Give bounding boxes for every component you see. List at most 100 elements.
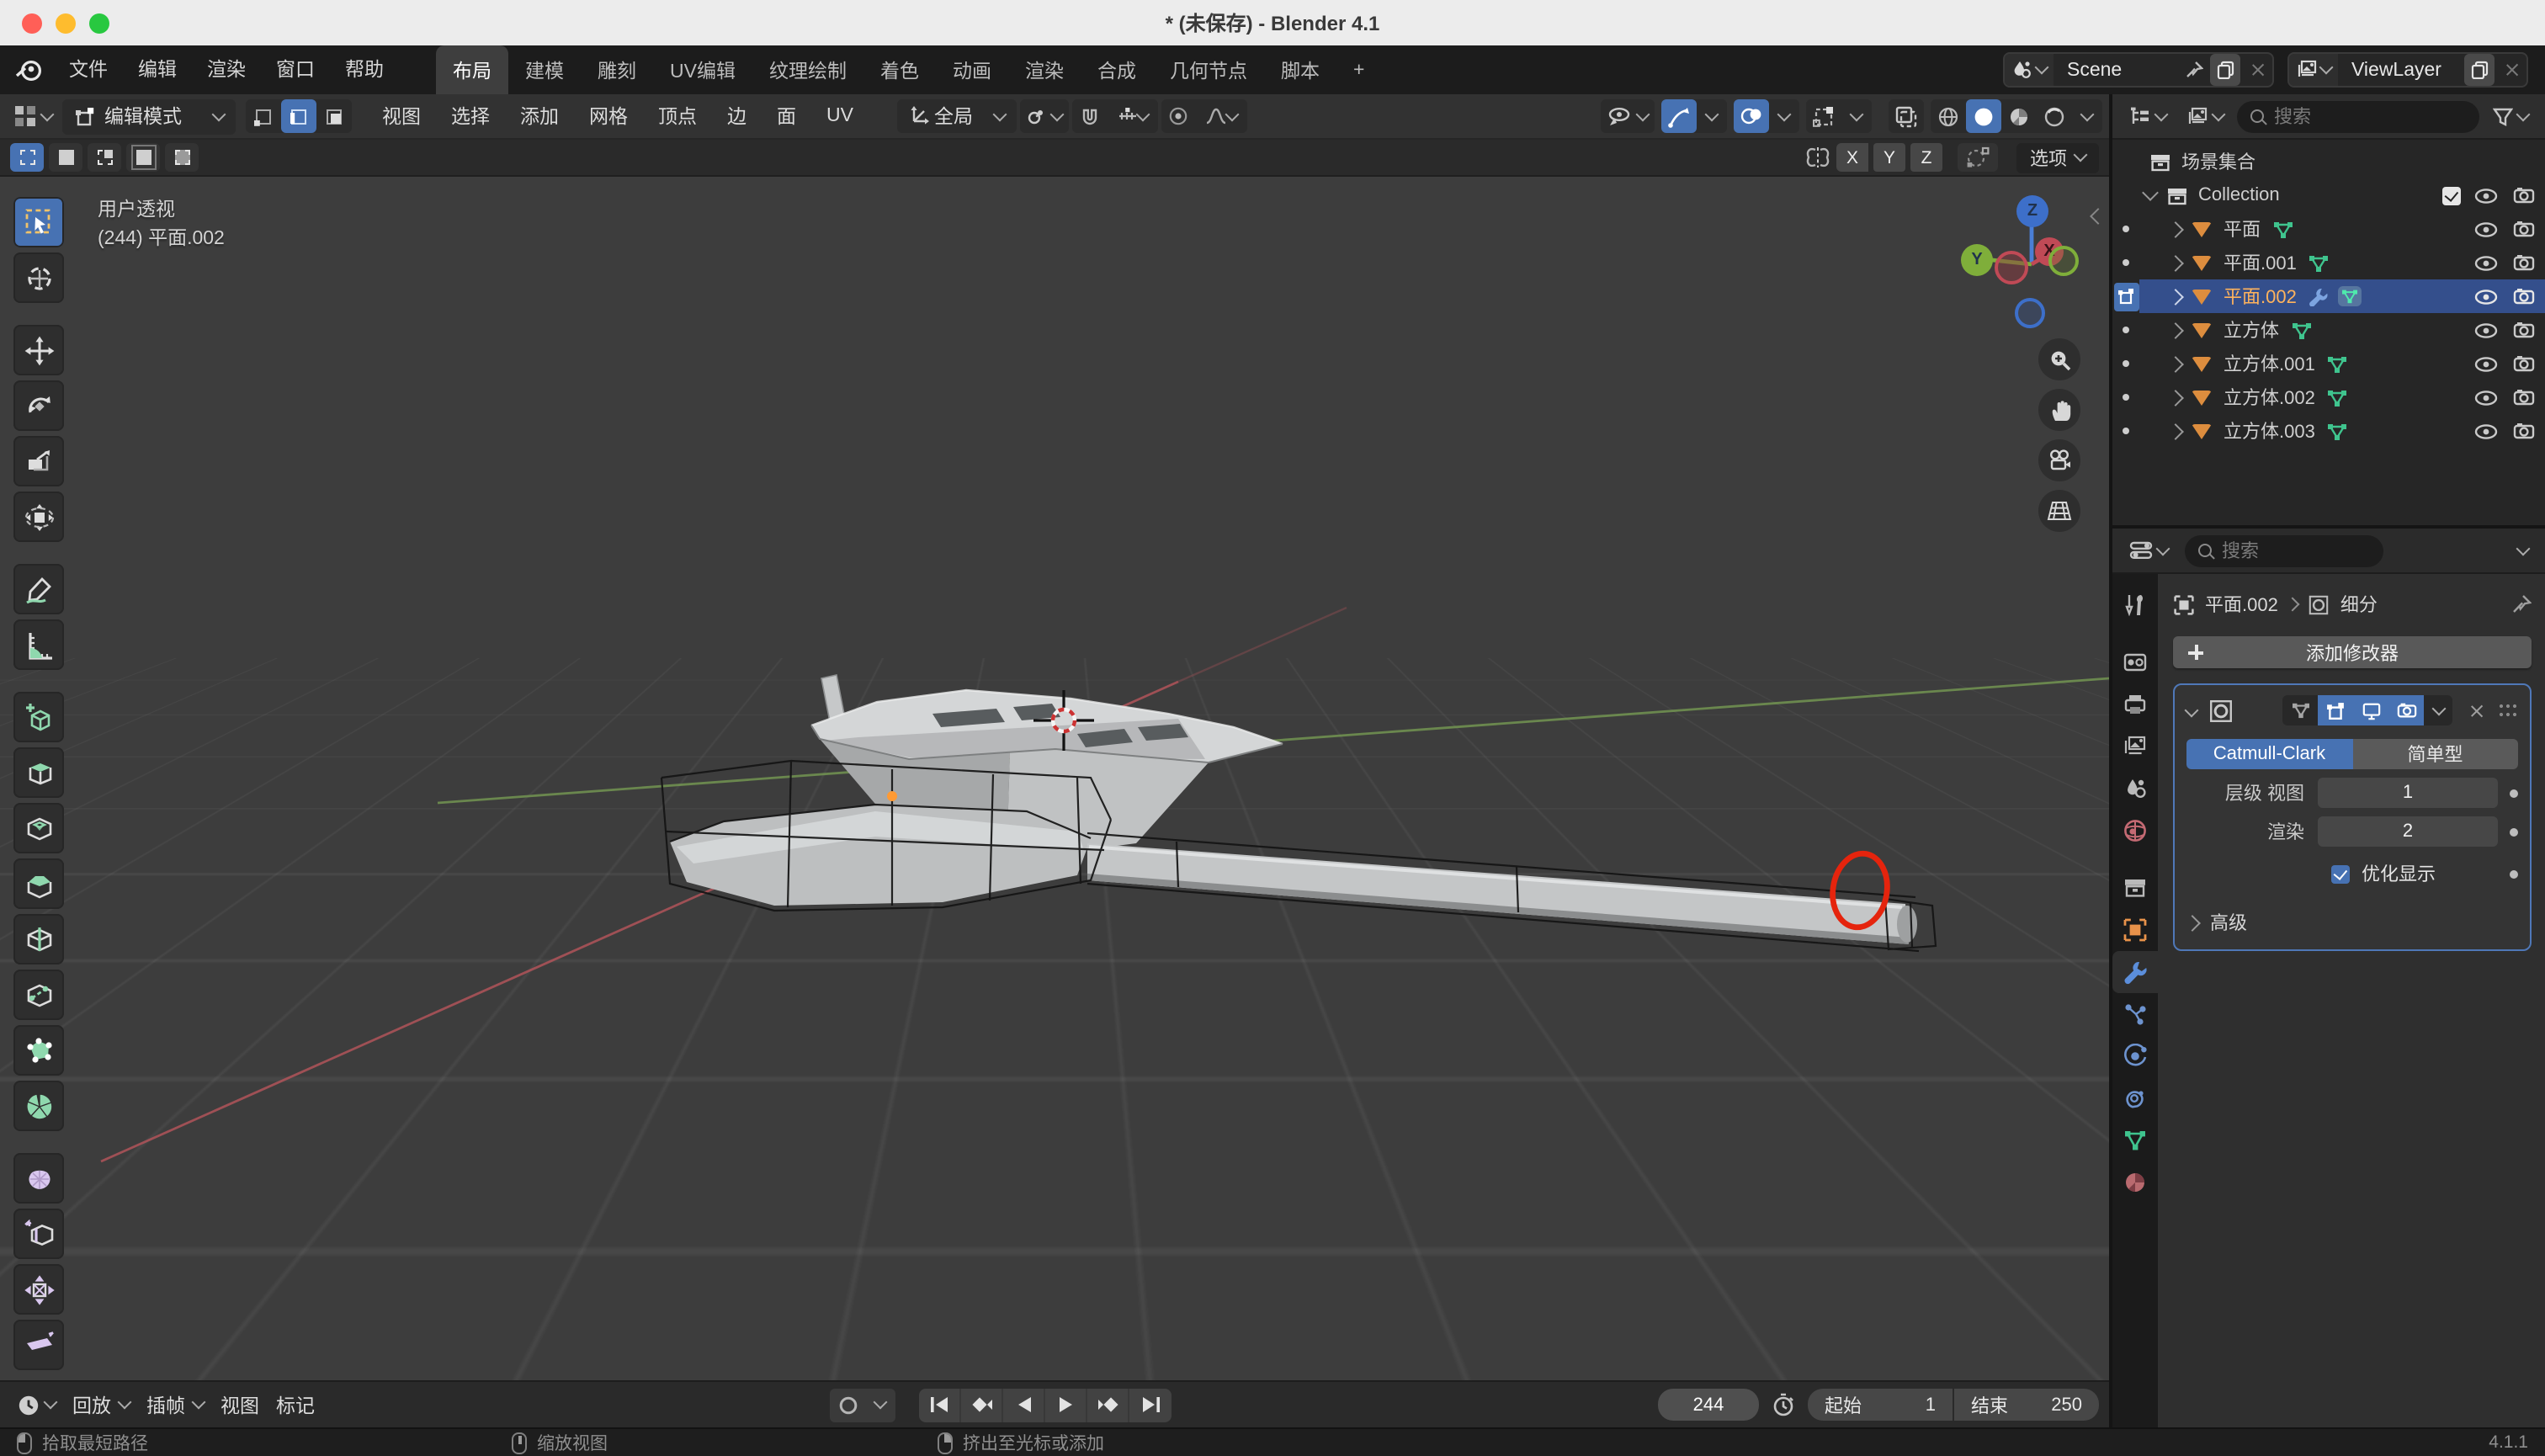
tab-constraints[interactable]: [2112, 1077, 2158, 1119]
disable-render-camera-icon[interactable]: [2513, 321, 2535, 338]
mirror-y-button[interactable]: Y: [1873, 143, 1905, 172]
overlays-settings-dropdown[interactable]: [1769, 99, 1799, 133]
delete-modifier-button[interactable]: [2469, 703, 2484, 718]
menu-add[interactable]: 添加: [507, 103, 572, 130]
shear-tool[interactable]: [13, 1320, 64, 1370]
catmull-clark-button[interactable]: Catmull-Clark: [2186, 739, 2352, 769]
camera-view-button[interactable]: [2038, 439, 2080, 481]
levels-render-field[interactable]: 2: [2318, 816, 2498, 847]
frame-start-field[interactable]: 起始 1: [1808, 1389, 1953, 1421]
hide-eye-icon[interactable]: [2474, 289, 2498, 304]
levels-viewport-field[interactable]: 1: [2318, 778, 2498, 808]
tab-world[interactable]: [2112, 810, 2158, 852]
outliner-search-input[interactable]: 搜索: [2237, 100, 2479, 132]
tab-particles[interactable]: [2112, 993, 2158, 1035]
proportional-falloff-dropdown[interactable]: [1197, 99, 1247, 133]
menu-render[interactable]: 渲染: [192, 51, 261, 88]
workspace-tab-sculpting[interactable]: 雕刻: [581, 45, 653, 94]
menu-edit[interactable]: 编辑: [123, 51, 192, 88]
shading-settings-dropdown[interactable]: [2072, 99, 2102, 133]
delete-scene-button[interactable]: [2242, 54, 2272, 86]
zoom-view-button[interactable]: [2038, 338, 2080, 380]
jump-to-start-button[interactable]: [919, 1388, 961, 1421]
inset-faces-tool[interactable]: [13, 803, 64, 853]
workspace-tab-geometrynodes[interactable]: 几何节点: [1153, 45, 1264, 94]
expand-icon[interactable]: [2167, 321, 2184, 338]
show-in-editmode-toggle[interactable]: [2318, 695, 2353, 725]
xray-settings-dropdown[interactable]: [1841, 99, 1872, 133]
viewlayer-name[interactable]: ViewLayer: [2338, 60, 2463, 80]
menu-edge[interactable]: 边: [714, 103, 760, 130]
show-gizmo-toggle[interactable]: [1661, 99, 1697, 133]
disable-render-camera-icon[interactable]: [2513, 355, 2535, 372]
properties-options-dropdown[interactable]: [2511, 534, 2535, 567]
disable-render-camera-icon[interactable]: [2513, 389, 2535, 406]
hide-eye-icon[interactable]: [2474, 356, 2498, 371]
object-row-cube003[interactable]: 立方体.003: [2112, 414, 2545, 448]
mirror-z-button[interactable]: Z: [1910, 143, 1942, 172]
select-invert-button[interactable]: [126, 143, 160, 172]
transform-orientation-dropdown[interactable]: 全局: [897, 99, 1017, 133]
poly-build-tool[interactable]: [13, 1025, 64, 1076]
navigation-gizmo[interactable]: Z Y X: [1927, 190, 2079, 342]
toggle-xray-button[interactable]: [1889, 99, 1924, 133]
select-intersect-button[interactable]: [165, 143, 199, 172]
add-cube-tool[interactable]: [13, 692, 64, 742]
shrink-fatten-tool[interactable]: [13, 1264, 64, 1315]
solid-shading-button[interactable]: [1966, 99, 2001, 133]
properties-search-input[interactable]: 搜索: [2185, 534, 2383, 566]
expand-icon[interactable]: [2167, 389, 2184, 406]
scene-name[interactable]: Scene: [2054, 60, 2178, 80]
cursor-tool[interactable]: [13, 252, 64, 303]
scene-collection-row[interactable]: 场景集合: [2112, 145, 2545, 178]
gizmo-x-negative[interactable]: [1995, 251, 2028, 284]
tab-output[interactable]: [2112, 683, 2158, 725]
expand-icon[interactable]: [2167, 288, 2184, 305]
mode-dropdown[interactable]: 编辑模式: [62, 98, 236, 134]
rotate-tool[interactable]: [13, 380, 64, 431]
tab-physics[interactable]: [2112, 1035, 2158, 1077]
menu-keying[interactable]: 插帧: [140, 1388, 210, 1421]
tab-collection[interactable]: [2112, 867, 2158, 909]
tab-viewlayer[interactable]: [2112, 725, 2158, 768]
snap-toggle[interactable]: [1072, 99, 1108, 133]
add-modifier-button[interactable]: 添加修改器: [2173, 636, 2532, 668]
select-extend-button[interactable]: [49, 143, 82, 172]
smooth-tool[interactable]: [13, 1153, 64, 1204]
mirror-x-button[interactable]: X: [1836, 143, 1868, 172]
transform-tool[interactable]: [13, 492, 64, 542]
bevel-tool[interactable]: [13, 858, 64, 909]
workspace-tab-shading[interactable]: 着色: [863, 45, 936, 94]
scale-tool[interactable]: [13, 436, 64, 486]
hide-eye-icon[interactable]: [2474, 188, 2498, 203]
breadcrumb-object[interactable]: 平面.002: [2205, 591, 2278, 618]
proportional-editing-toggle[interactable]: [1161, 99, 1197, 133]
spin-tool[interactable]: [13, 1081, 64, 1131]
rendered-shading-button[interactable]: [2037, 99, 2072, 133]
collapse-panel-icon[interactable]: [2185, 704, 2199, 718]
keyframe-dot-icon[interactable]: [2510, 827, 2518, 836]
gizmo-z-axis[interactable]: Z: [2016, 195, 2048, 227]
select-subtract-button[interactable]: [88, 143, 121, 172]
move-tool[interactable]: [13, 325, 64, 375]
frame-end-field[interactable]: 结束 250: [1954, 1389, 2099, 1421]
menu-face[interactable]: 面: [763, 103, 810, 130]
workspace-tab-layout[interactable]: 布局: [436, 45, 508, 94]
show-in-editmode-cage-toggle[interactable]: [2282, 695, 2318, 725]
properties-editor-type-button[interactable]: [2123, 534, 2175, 567]
tab-tool[interactable]: [2112, 584, 2158, 626]
tab-render[interactable]: [2112, 641, 2158, 683]
optimal-display-checkbox[interactable]: [2331, 864, 2350, 883]
jump-to-end-button[interactable]: [1129, 1388, 1172, 1421]
workspace-tab-modeling[interactable]: 建模: [508, 45, 581, 94]
3d-viewport[interactable]: 用户透视 (244) 平面.002: [0, 177, 2109, 1380]
visibility-dropdown[interactable]: [1601, 99, 1655, 133]
tab-scene[interactable]: [2112, 768, 2158, 810]
disable-render-camera-icon[interactable]: [2513, 288, 2535, 305]
expand-icon[interactable]: [2142, 184, 2159, 201]
breadcrumb-modifier[interactable]: 细分: [2340, 591, 2378, 618]
next-keyframe-button[interactable]: [1087, 1388, 1129, 1421]
workspace-tab-scripting[interactable]: 脚本: [1264, 45, 1336, 94]
pivot-point-dropdown[interactable]: [1020, 99, 1069, 133]
keyframe-dot-icon[interactable]: [2510, 869, 2518, 878]
